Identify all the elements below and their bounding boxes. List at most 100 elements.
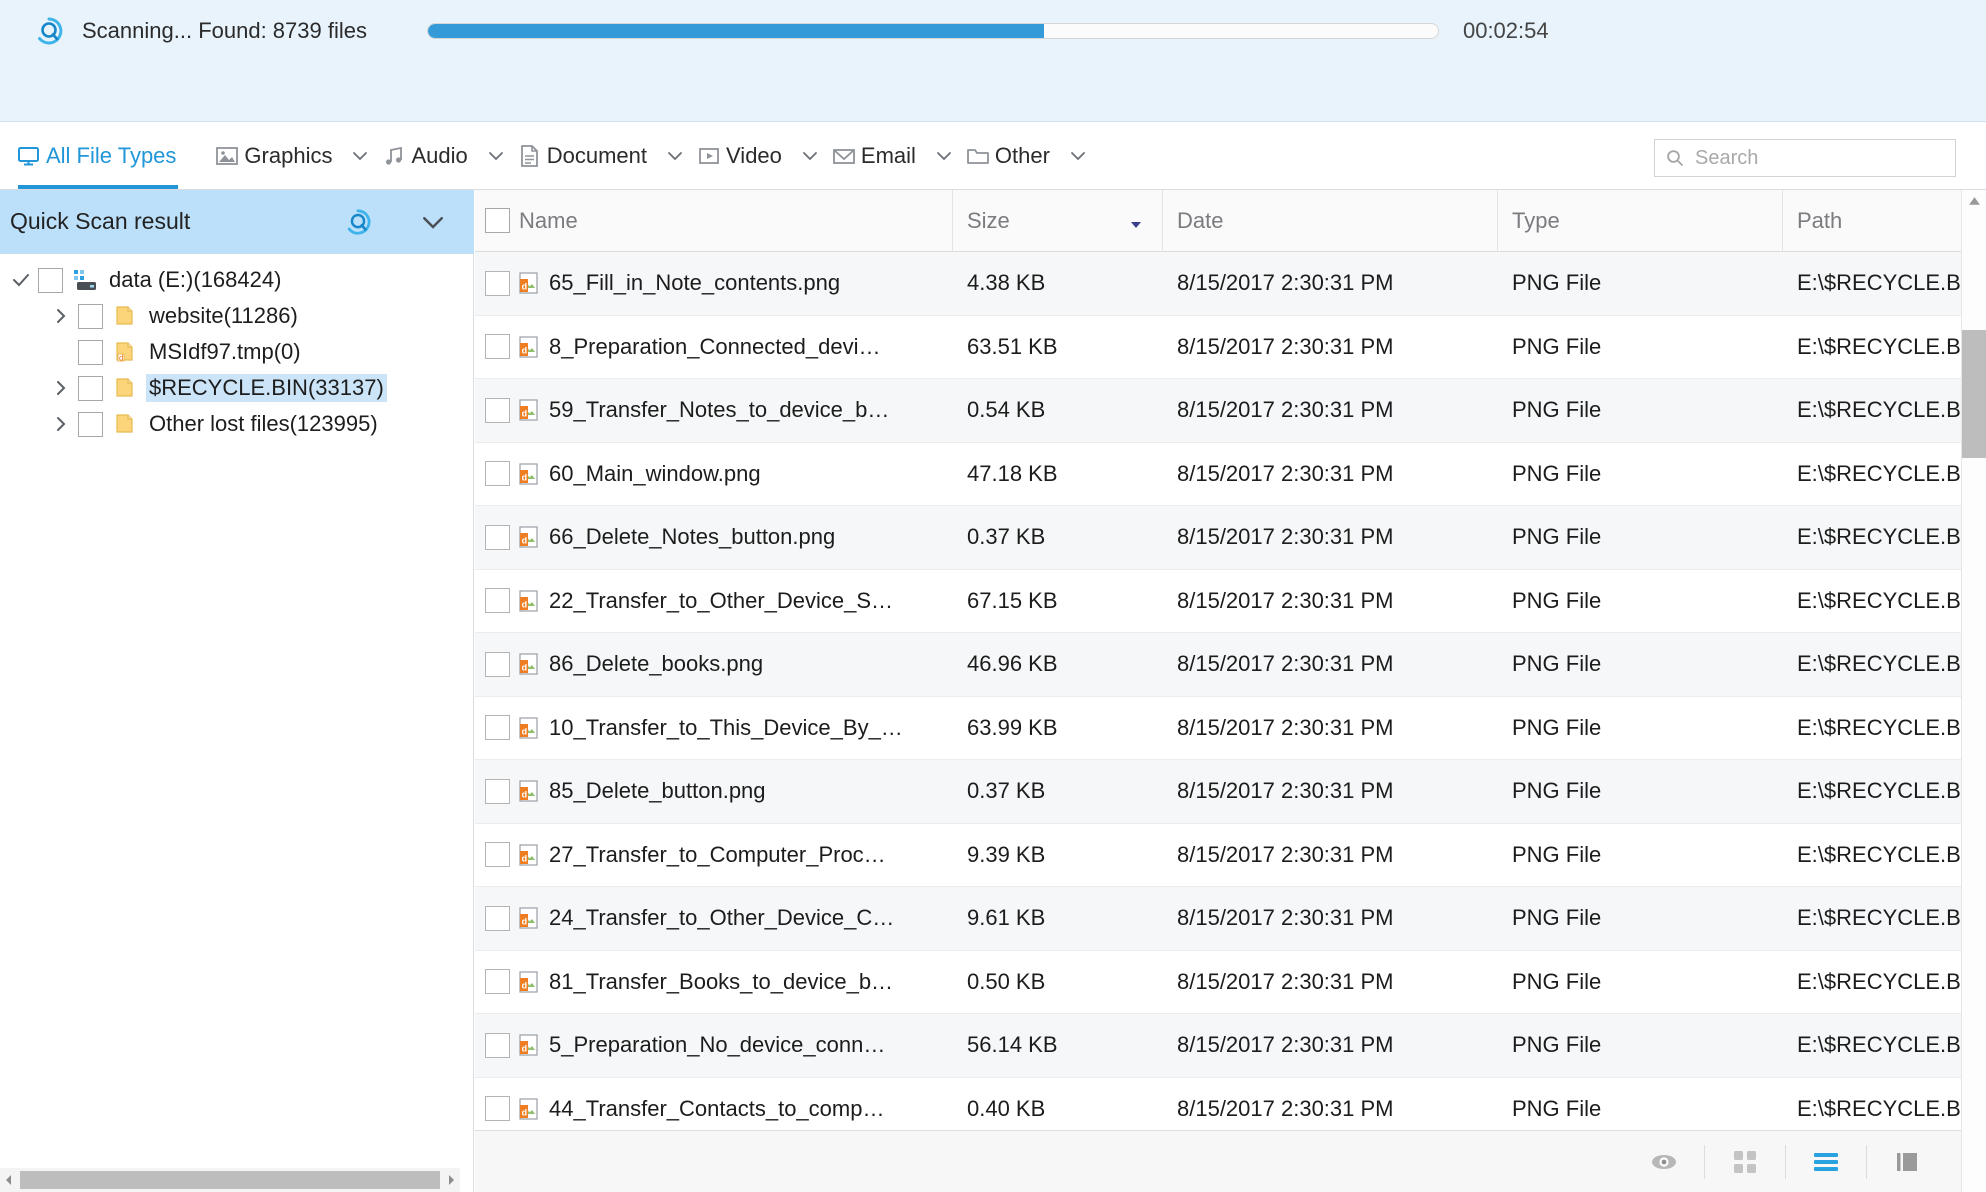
cell-name[interactable]: d 60_Main_window.png [475, 443, 953, 506]
table-row[interactable]: d 44_Transfer_Contacts_to_comp… 0.40 KB 8/… [475, 1077, 1986, 1133]
cell-name[interactable]: d 27_Transfer_to_Computer_Proc… [475, 824, 953, 887]
chevron-right-icon[interactable] [44, 407, 78, 441]
chevron-down-icon[interactable] [418, 207, 448, 237]
table-row[interactable]: d 10_Transfer_to_This_Device_By_… 63.99 K… [475, 696, 1986, 760]
tree-item-website[interactable]: website(11286) [0, 298, 473, 334]
cell-name[interactable]: d 10_Transfer_to_This_Device_By_… [475, 697, 953, 760]
cell-name[interactable]: d 24_Transfer_to_Other_Device_C… [475, 887, 953, 950]
table-row[interactable]: d 5_Preparation_No_device_conn… 56.14 KB 8… [475, 1014, 1986, 1078]
cell-name[interactable]: d 81_Transfer_Books_to_device_b… [475, 951, 953, 1014]
grid-view-icon[interactable] [1717, 1134, 1773, 1190]
chevron-right-icon[interactable] [44, 299, 78, 333]
table-row[interactable]: d 85_Delete_button.png 0.37 KB 8/15/2017 2… [475, 760, 1986, 824]
tab-audio[interactable]: Audio [375, 122, 473, 189]
search-input[interactable] [1693, 145, 1933, 171]
cell-name[interactable]: d 66_Delete_Notes_button.png [475, 506, 953, 569]
tree-checkbox[interactable] [78, 303, 103, 329]
row-checkbox[interactable] [485, 270, 510, 296]
row-checkbox[interactable] [485, 969, 510, 995]
table-row[interactable]: d 65_Fill_in_Note_contents.png 4.38 KB 8/1… [475, 252, 1986, 316]
column-header-date[interactable]: Date [1163, 189, 1498, 252]
scrollbar-thumb[interactable] [1962, 330, 1986, 458]
cell-name[interactable]: d 22_Transfer_to_Other_Device_S… [475, 570, 953, 633]
cell-date: 8/15/2017 2:30:31 PM [1177, 270, 1394, 296]
folder-icon [111, 374, 139, 402]
row-checkbox[interactable] [485, 461, 510, 487]
tree-item-other-lost-files[interactable]: Other lost files(123995) [0, 406, 473, 442]
cell-name[interactable]: d 86_Delete_books.png [475, 633, 953, 696]
chevron-down-icon[interactable] [487, 147, 505, 165]
row-checkbox[interactable] [485, 651, 510, 677]
tree-item-msidf97-tmp[interactable]: d MSIdf97.tmp(0) [0, 334, 473, 370]
tree-checkbox[interactable] [38, 267, 63, 293]
tab-graphics[interactable]: Graphics [208, 122, 338, 189]
row-checkbox[interactable] [485, 1032, 510, 1058]
scroll-up-icon[interactable] [1962, 190, 1986, 212]
cell-date: 8/15/2017 2:30:31 PM [1177, 460, 1394, 486]
chevron-down-icon[interactable] [801, 147, 819, 165]
tab-document[interactable]: Document [511, 122, 653, 189]
table-row[interactable]: d 81_Transfer_Books_to_device_b… 0.50 KB 8… [475, 950, 1986, 1014]
preview-eye-icon[interactable] [1636, 1134, 1692, 1190]
tab-video[interactable]: Video [690, 122, 788, 189]
cell-name[interactable]: d 44_Transfer_Contacts_to_comp… [475, 1078, 953, 1133]
cell-type: PNG File [1512, 1095, 1602, 1121]
column-header-type[interactable]: Type [1498, 189, 1783, 252]
row-checkbox[interactable] [485, 778, 510, 804]
table-row[interactable]: d 24_Transfer_to_Other_Device_C… 9.61 KB 8… [475, 887, 1986, 951]
table-row[interactable]: d 60_Main_window.png 47.18 KB 8/15/2017 2:… [475, 442, 1986, 506]
tree-item-recycle-bin[interactable]: $RECYCLE.BIN(33137) [0, 370, 473, 406]
row-checkbox[interactable] [485, 334, 510, 360]
cell-type: PNG File [1512, 905, 1602, 931]
column-header-path[interactable]: Path [1783, 190, 1986, 252]
sidebar-header[interactable]: Quick Scan result [0, 190, 474, 254]
table-row[interactable]: d 66_Delete_Notes_button.png 0.37 KB 8/15/… [475, 506, 1986, 570]
scrollbar-thumb[interactable] [20, 1171, 440, 1189]
cell-name[interactable]: d 65_Fill_in_Note_contents.png [475, 252, 953, 315]
tab-all-file-types[interactable]: All File Types [10, 122, 182, 189]
row-checkbox[interactable] [485, 588, 510, 614]
tree-checkbox[interactable] [78, 411, 103, 437]
row-checkbox[interactable] [485, 842, 510, 868]
cell-date: 8/15/2017 2:30:31 PM [1177, 1032, 1394, 1058]
cell-name[interactable]: d 5_Preparation_No_device_conn… [475, 1014, 953, 1077]
cell-size: 63.99 KB [967, 714, 1058, 740]
tab-email[interactable]: Email [825, 122, 922, 189]
table-row[interactable]: d 27_Transfer_to_Computer_Proc… 9.39 KB 8/… [475, 823, 1986, 887]
scroll-right-icon[interactable] [442, 1168, 460, 1192]
chevron-right-icon[interactable] [44, 371, 78, 405]
cell-path: E:\$RECYCLE.BI... [1797, 714, 1986, 740]
cell-name[interactable]: d 85_Delete_button.png [475, 760, 953, 823]
table-row[interactable]: d 8_Preparation_Connected_devi… 63.51 KB 8… [475, 315, 1986, 379]
list-view-icon[interactable] [1798, 1134, 1854, 1190]
table-row[interactable]: d 86_Delete_books.png 46.96 KB 8/15/2017 2… [475, 633, 1986, 697]
chevron-down-icon[interactable] [666, 147, 684, 165]
column-header-name[interactable]: Name [475, 189, 953, 252]
tree-checkbox[interactable] [78, 339, 103, 365]
tree-checkbox[interactable] [78, 375, 103, 401]
row-checkbox[interactable] [485, 397, 510, 423]
table-row[interactable]: d 22_Transfer_to_Other_Device_S… 67.15 KB… [475, 569, 1986, 633]
table-row[interactable]: d 59_Transfer_Notes_to_device_b… 0.54 KB 8… [475, 379, 1986, 443]
chevron-down-icon[interactable] [351, 147, 369, 165]
chevron-down-icon[interactable] [935, 147, 953, 165]
file-list-vertical-scrollbar[interactable] [1961, 190, 1986, 1192]
chevron-down-icon[interactable] [1069, 147, 1087, 165]
tab-other[interactable]: Other [959, 122, 1056, 189]
cell-name[interactable]: d 59_Transfer_Notes_to_device_b… [475, 379, 953, 442]
sidebar-horizontal-scrollbar[interactable] [0, 1168, 460, 1192]
row-checkbox[interactable] [485, 524, 510, 550]
column-header-size[interactable]: Size [953, 189, 1163, 252]
row-checkbox[interactable] [485, 1096, 510, 1122]
cell-size: 47.18 KB [967, 460, 1058, 486]
detail-pane-icon[interactable] [1879, 1134, 1935, 1190]
row-checkbox[interactable] [485, 715, 510, 741]
scroll-left-icon[interactable] [0, 1168, 18, 1192]
svg-text:d: d [522, 536, 528, 546]
row-checkbox[interactable] [485, 905, 510, 931]
select-all-checkbox[interactable] [485, 208, 510, 233]
tree-item-data-drive[interactable]: data (E:)(168424) [0, 262, 473, 298]
tab-label: Document [546, 142, 648, 168]
cell-name[interactable]: d 8_Preparation_Connected_devi… [475, 316, 953, 379]
search-box[interactable] [1654, 139, 1956, 177]
